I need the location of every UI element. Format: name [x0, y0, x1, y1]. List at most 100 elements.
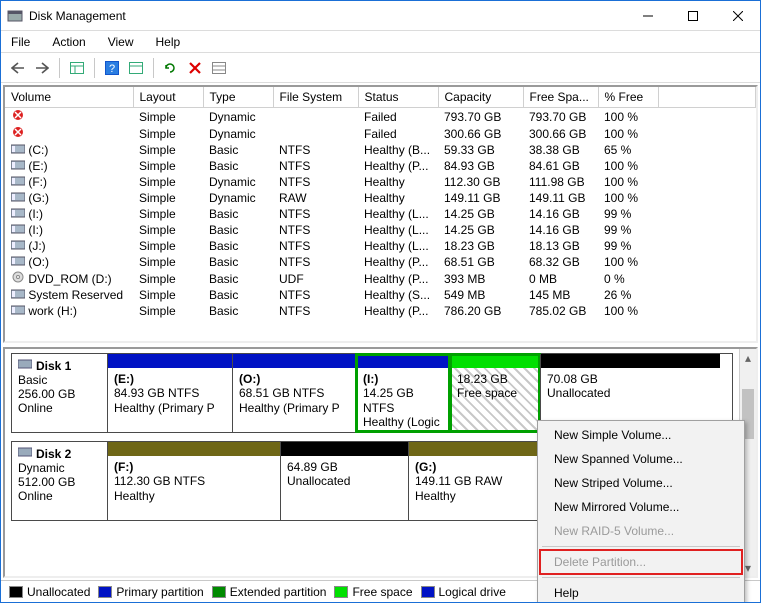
volume-name: (J:)	[28, 239, 45, 253]
settings-button[interactable]	[125, 57, 147, 79]
toolbar: ?	[1, 53, 760, 83]
cell-free: 145 MB	[523, 287, 598, 303]
cell-layout: Simple	[133, 206, 203, 222]
ctx-delete-partition: Delete Partition...	[540, 550, 742, 574]
cell-pct: 65 %	[598, 142, 658, 158]
volume-list[interactable]: Volume Layout Type File System Status Ca…	[3, 85, 758, 343]
table-row[interactable]: (O:)SimpleBasicNTFSHealthy (P...68.51 GB…	[5, 254, 756, 270]
minimize-button[interactable]	[625, 1, 670, 30]
scroll-up-icon[interactable]: ▴	[740, 349, 756, 366]
disk-2-header[interactable]: Disk 2 Dynamic 512.00 GB Online	[12, 442, 108, 520]
partition-cap	[357, 354, 450, 368]
cell-capacity: 300.66 GB	[438, 125, 523, 142]
delete-button[interactable]	[184, 57, 206, 79]
volume-icon	[11, 126, 25, 138]
toolbar-separator	[153, 58, 154, 78]
cell-capacity: 786.20 GB	[438, 303, 523, 319]
part-label: (I:)	[363, 372, 444, 386]
disk-1-header[interactable]: Disk 1 Basic 256.00 GB Online	[12, 354, 108, 432]
col-spare[interactable]	[658, 87, 756, 108]
table-row[interactable]: work (H:)SimpleBasicNTFSHealthy (P...786…	[5, 303, 756, 319]
partition-e[interactable]: (E:)84.93 GB NTFSHealthy (Primary P	[108, 354, 232, 432]
cell-fs: RAW	[273, 190, 358, 206]
menu-file[interactable]: File	[7, 34, 34, 50]
disk-icon	[18, 358, 32, 373]
cell-layout: Simple	[133, 190, 203, 206]
volume-name: (I:)	[28, 207, 43, 221]
menu-action[interactable]: Action	[48, 34, 89, 50]
col-status[interactable]: Status	[358, 87, 438, 108]
part-line2: 112.30 GB NTFS	[114, 474, 274, 488]
cell-free: 84.61 GB	[523, 158, 598, 174]
cell-pct: 100 %	[598, 174, 658, 190]
cell-type: Basic	[203, 222, 273, 238]
volume-icon	[11, 239, 25, 251]
partition-f[interactable]: (F:)112.30 GB NTFSHealthy	[108, 442, 280, 520]
cell-type: Basic	[203, 303, 273, 319]
list-button[interactable]	[208, 57, 230, 79]
menu-help[interactable]: Help	[152, 34, 185, 50]
partition-unallocated-2[interactable]: 64.89 GBUnallocated	[280, 442, 408, 520]
table-row[interactable]: SimpleDynamicFailed793.70 GB793.70 GB100…	[5, 108, 756, 126]
partition-o[interactable]: (O:)68.51 GB NTFSHealthy (Primary P	[232, 354, 356, 432]
disk-management-window: Disk Management File Action View Help ? …	[0, 0, 761, 603]
cell-fs: NTFS	[273, 206, 358, 222]
table-row[interactable]: (I:)SimpleBasicNTFSHealthy (L...14.25 GB…	[5, 222, 756, 238]
cell-pct: 100 %	[598, 254, 658, 270]
volume-icon	[11, 143, 25, 155]
part-line3: Free space	[457, 386, 534, 400]
col-pct[interactable]: % Free	[598, 87, 658, 108]
table-row[interactable]: DVD_ROM (D:)SimpleBasicUDFHealthy (P...3…	[5, 270, 756, 287]
table-row[interactable]: (G:)SimpleDynamicRAWHealthy149.11 GB149.…	[5, 190, 756, 206]
titlebar: Disk Management	[1, 1, 760, 31]
cell-layout: Simple	[133, 158, 203, 174]
ctx-new-striped-volume[interactable]: New Striped Volume...	[540, 471, 742, 495]
table-row[interactable]: (J:)SimpleBasicNTFSHealthy (L...18.23 GB…	[5, 238, 756, 254]
col-layout[interactable]: Layout	[133, 87, 203, 108]
cell-type: Dynamic	[203, 125, 273, 142]
help-button[interactable]: ?	[101, 57, 123, 79]
col-capacity[interactable]: Capacity	[438, 87, 523, 108]
menu-view[interactable]: View	[104, 34, 138, 50]
table-row[interactable]: System ReservedSimpleBasicNTFSHealthy (S…	[5, 287, 756, 303]
cell-capacity: 59.33 GB	[438, 142, 523, 158]
cell-capacity: 14.25 GB	[438, 206, 523, 222]
disk-2-kind: Dynamic	[18, 461, 101, 475]
back-button[interactable]	[7, 57, 29, 79]
volume-name: DVD_ROM (D:)	[28, 272, 111, 286]
ctx-new-simple-volume[interactable]: New Simple Volume...	[540, 423, 742, 447]
disk-2-size: 512.00 GB	[18, 475, 101, 489]
cell-status: Healthy (P...	[358, 254, 438, 270]
table-row[interactable]: SimpleDynamicFailed300.66 GB300.66 GB100…	[5, 125, 756, 142]
cell-layout: Simple	[133, 303, 203, 319]
volume-icon	[11, 207, 25, 219]
table-row[interactable]: (C:)SimpleBasicNTFSHealthy (B...59.33 GB…	[5, 142, 756, 158]
cell-fs: NTFS	[273, 142, 358, 158]
ctx-new-spanned-volume[interactable]: New Spanned Volume...	[540, 447, 742, 471]
col-volume[interactable]: Volume	[5, 87, 133, 108]
refresh-button[interactable]	[160, 57, 182, 79]
partition-i[interactable]: (I:)14.25 GB NTFSHealthy (Logic	[356, 354, 450, 432]
ctx-separator	[542, 546, 740, 547]
show-hide-tree-button[interactable]	[66, 57, 88, 79]
col-free[interactable]: Free Spa...	[523, 87, 598, 108]
disk-2-state: Online	[18, 489, 101, 503]
col-type[interactable]: Type	[203, 87, 273, 108]
cell-layout: Simple	[133, 142, 203, 158]
maximize-button[interactable]	[670, 1, 715, 30]
table-row[interactable]: (F:)SimpleDynamicNTFSHealthy112.30 GB111…	[5, 174, 756, 190]
ctx-new-mirrored-volume[interactable]: New Mirrored Volume...	[540, 495, 742, 519]
cell-type: Basic	[203, 287, 273, 303]
table-row[interactable]: (I:)SimpleBasicNTFSHealthy (L...14.25 GB…	[5, 206, 756, 222]
cell-pct: 100 %	[598, 158, 658, 174]
ctx-help[interactable]: Help	[540, 581, 742, 603]
partition-free-space[interactable]: 18.23 GBFree space	[450, 354, 540, 432]
context-menu: New Simple Volume... New Spanned Volume.…	[537, 420, 745, 603]
forward-button[interactable]	[31, 57, 53, 79]
col-fs[interactable]: File System	[273, 87, 358, 108]
legend-primary: Primary partition	[98, 585, 203, 599]
close-button[interactable]	[715, 1, 760, 30]
partition-cap	[233, 354, 356, 368]
table-row[interactable]: (E:)SimpleBasicNTFSHealthy (P...84.93 GB…	[5, 158, 756, 174]
cell-layout: Simple	[133, 254, 203, 270]
